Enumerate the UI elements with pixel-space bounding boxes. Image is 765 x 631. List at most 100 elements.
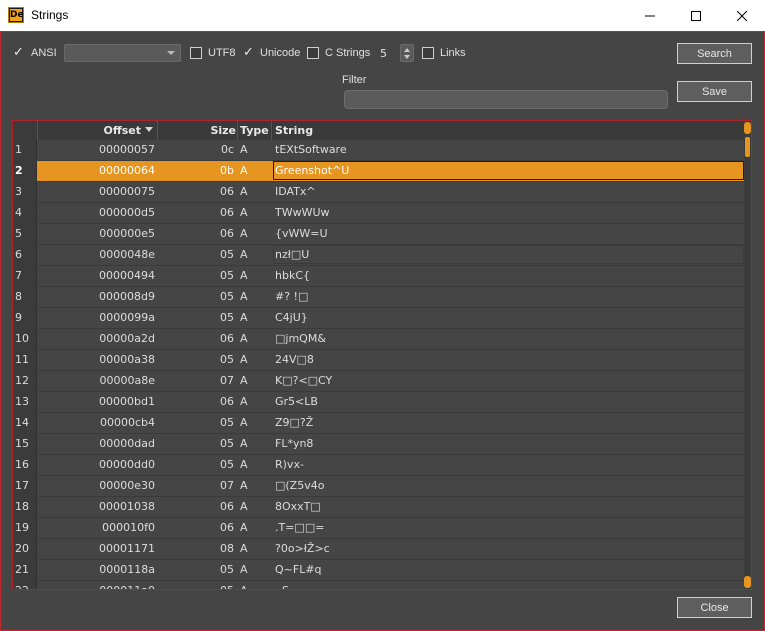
close-button[interactable]: Close bbox=[677, 597, 752, 618]
size-cell: 06 bbox=[220, 500, 234, 513]
row-number: 9 bbox=[13, 308, 37, 328]
offset-cell: 00001171 bbox=[99, 542, 155, 555]
row-number: 7 bbox=[13, 266, 37, 286]
table-row[interactable]: 19 000010f0 06 A .T=□□= bbox=[13, 518, 746, 539]
links-checkbox[interactable] bbox=[422, 47, 434, 59]
scrollbar-thumb[interactable] bbox=[745, 137, 750, 157]
string-cell: ..S bbox=[275, 581, 745, 589]
size-cell: 0c bbox=[220, 143, 234, 156]
table-row[interactable]: 12 00000a8e 07 A K□?<□CY bbox=[13, 371, 746, 392]
table-row[interactable]: 21 0000118a 05 A Q~FL#q bbox=[13, 560, 746, 581]
string-cell: {vWW=U bbox=[275, 227, 328, 240]
unicode-check-icon[interactable]: ✓ bbox=[243, 45, 254, 60]
type-cell: A bbox=[240, 164, 248, 177]
type-cell: A bbox=[240, 332, 248, 345]
row-number: 3 bbox=[13, 182, 37, 202]
minimize-button[interactable] bbox=[627, 0, 673, 31]
type-cell: A bbox=[240, 479, 248, 492]
maximize-button[interactable] bbox=[673, 0, 719, 31]
offset-cell: 0000118a bbox=[99, 563, 155, 576]
table-row[interactable]: 15 00000dad 05 A FL*yn8 bbox=[13, 434, 746, 455]
title-bar[interactable]: De Strings bbox=[0, 0, 765, 31]
table-row[interactable]: 3 00000075 06 A IDATx^ bbox=[13, 182, 746, 203]
type-cell: A bbox=[240, 143, 248, 156]
vertical-scrollbar[interactable] bbox=[744, 121, 751, 589]
filter-input[interactable] bbox=[344, 90, 668, 109]
string-cell: R)vx- bbox=[275, 458, 304, 471]
close-icon bbox=[737, 10, 747, 21]
search-button[interactable]: Search bbox=[677, 43, 752, 64]
offset-cell: 000000d5 bbox=[99, 206, 155, 219]
row-number: 16 bbox=[13, 455, 37, 475]
table-row[interactable]: 20 00001171 08 A ?0o>łŽ>c bbox=[13, 539, 746, 560]
table-row[interactable]: 7 00000494 05 AhbkC{ bbox=[13, 266, 746, 287]
table-row[interactable]: 9 0000099a 05 A C4jU} bbox=[13, 308, 746, 329]
offset-cell: 00000e30 bbox=[99, 479, 155, 492]
arrow-up-icon[interactable] bbox=[404, 48, 410, 52]
window-title: Strings bbox=[31, 8, 69, 22]
size-cell: 05 bbox=[220, 311, 234, 324]
string-cell: tEXtSoftware bbox=[275, 143, 347, 156]
encoding-select[interactable] bbox=[64, 44, 181, 62]
cstrings-checkbox[interactable] bbox=[307, 47, 319, 59]
string-cell: 24V□8 bbox=[275, 353, 314, 366]
offset-cell: 000010f0 bbox=[102, 521, 155, 534]
row-number: 21 bbox=[13, 560, 37, 580]
column-header-string[interactable]: String bbox=[272, 121, 746, 140]
min-length-value[interactable]: 5 bbox=[380, 47, 387, 60]
size-cell: 05 bbox=[220, 437, 234, 450]
offset-cell: 0000099a bbox=[99, 311, 155, 324]
table-row[interactable]: 8 000008d9 05 A #? !□ bbox=[13, 287, 746, 308]
utf8-label[interactable]: UTF8 bbox=[208, 47, 236, 59]
table-row[interactable]: 4 000000d5 06 A TWwWUw bbox=[13, 203, 746, 224]
offset-cell: 000000e5 bbox=[99, 227, 155, 240]
links-label[interactable]: Links bbox=[440, 47, 466, 59]
column-header-type[interactable]: Type bbox=[238, 121, 272, 140]
offset-cell: 00000dd0 bbox=[99, 458, 155, 471]
table-row[interactable]: 5 000000e5 06 A {vWW=U bbox=[13, 224, 746, 245]
row-number-header bbox=[13, 121, 38, 140]
arrow-down-icon[interactable] bbox=[404, 55, 410, 59]
stepper-buttons[interactable] bbox=[400, 44, 414, 62]
table-row[interactable]: 14 00000cb4 05 A Z9□?Ž bbox=[13, 413, 746, 434]
table-row[interactable]: 1 00000057 0c AtEXtSoftware bbox=[13, 140, 746, 161]
size-cell: 0b bbox=[220, 164, 234, 177]
table-row[interactable]: 11 00000a38 05 A 24V□8 bbox=[13, 350, 746, 371]
column-header-offset[interactable]: Offset bbox=[38, 121, 158, 140]
table-row[interactable]: 17 00000e30 07 A □(Z5v4o bbox=[13, 476, 746, 497]
table-row[interactable]: 18 00001038 06 A 8OxxT□ bbox=[13, 497, 746, 518]
row-number: 20 bbox=[13, 539, 37, 559]
ansi-label[interactable]: ANSI bbox=[31, 47, 57, 59]
table-row[interactable]: 16 00000dd0 05 A R)vx- bbox=[13, 455, 746, 476]
row-number: 19 bbox=[13, 518, 37, 538]
offset-cell: 0000048e bbox=[99, 248, 155, 261]
row-number: 4 bbox=[13, 203, 37, 223]
size-cell: 06 bbox=[220, 332, 234, 345]
utf8-checkbox[interactable] bbox=[190, 47, 202, 59]
size-cell: 06 bbox=[220, 521, 234, 534]
table-row[interactable]: 13 00000bd1 06 A Gr5<LB bbox=[13, 392, 746, 413]
save-button[interactable]: Save bbox=[677, 81, 752, 102]
unicode-label[interactable]: Unicode bbox=[260, 47, 300, 59]
row-number: 17 bbox=[13, 476, 37, 496]
offset-cell: 00000bd1 bbox=[99, 395, 155, 408]
close-window-button[interactable] bbox=[719, 0, 765, 31]
size-cell: 05 bbox=[220, 248, 234, 261]
offset-cell: 00000494 bbox=[99, 269, 155, 282]
scroll-down-icon[interactable] bbox=[744, 576, 751, 588]
offset-cell: 00000cb4 bbox=[99, 416, 155, 429]
table-row[interactable]: 2 00000064 0b A Greenshot^U bbox=[13, 161, 746, 182]
column-header-size[interactable]: Size bbox=[158, 121, 238, 140]
scroll-up-icon[interactable] bbox=[744, 122, 751, 134]
strings-table[interactable]: Offset Size Type String 1 00000057 0c AtEXt… bbox=[12, 120, 752, 590]
table-row[interactable]: 6 0000048e 05 Anzł□U bbox=[13, 245, 746, 266]
ansi-check-icon[interactable]: ✓ bbox=[13, 45, 24, 60]
string-cell: 8OxxT□ bbox=[275, 500, 321, 513]
type-cell: A bbox=[240, 458, 248, 471]
table-row[interactable]: 10 00000a2d 06 A □jmQM& bbox=[13, 329, 746, 350]
cstrings-label[interactable]: C Strings bbox=[325, 47, 370, 59]
table-row[interactable]: 22000011a005 A ..S bbox=[13, 581, 746, 589]
table-body: 1 00000057 0c AtEXtSoftware 2 00000064 0b A Gree… bbox=[13, 140, 746, 589]
row-number: 6 bbox=[13, 245, 37, 265]
min-length-stepper[interactable]: 5 bbox=[377, 44, 414, 62]
